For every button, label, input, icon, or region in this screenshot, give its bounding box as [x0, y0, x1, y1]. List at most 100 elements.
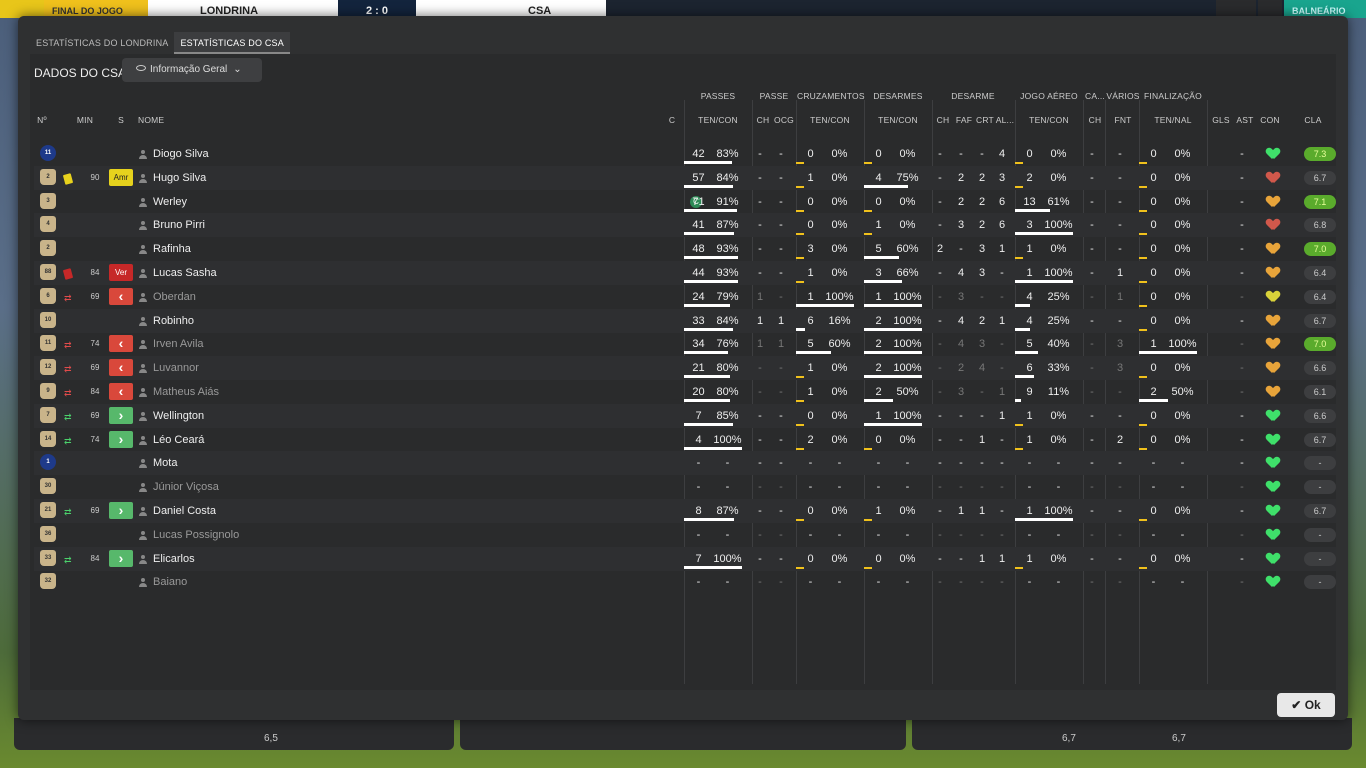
table-row[interactable]: 10 Robinho 33 84% 1 1 6 16% 2 100% -4 2 1 4 25% - -0 0% -6…	[34, 308, 1336, 333]
shirt-number-icon: 11	[40, 335, 56, 352]
player-name[interactable]: Baiano	[153, 570, 453, 594]
ca-ch: -	[1090, 314, 1094, 327]
table-row[interactable]: 9 ⇄ 84 ‹ Matheus Aiás 20 80% - -1 0% 2 50% -3-1 9 11% -…	[34, 380, 1336, 404]
footer-value-3: 6,7	[1172, 733, 1186, 744]
col-jogo-aereo[interactable]: TEN/CON	[1016, 115, 1082, 125]
player-name[interactable]: Mota	[153, 451, 453, 475]
table-row[interactable]: 36 Lucas Possignolo - - - - - - - - - - - - - - - - - - - -	[34, 523, 1336, 547]
player-name[interactable]: Matheus Aiás	[153, 380, 453, 404]
table-row[interactable]: 2 Rafinha 48 93% - -3 0% 5 60% 2-3 1 1 0% - -0 0% -7.0	[34, 237, 1336, 261]
player-name[interactable]: Bruno Pirri	[153, 213, 453, 237]
ca-ch: -	[1090, 505, 1094, 517]
player-name[interactable]: Júnior Viçosa	[153, 475, 453, 499]
al: 4	[998, 148, 1006, 160]
condition-heart-icon	[1267, 481, 1279, 493]
tab-csa-stats[interactable]: ESTATÍSTICAS DO CSA	[174, 32, 290, 54]
tab-londrina-stats[interactable]: ESTATÍSTICAS DO LONDRINA	[30, 32, 174, 54]
view-dropdown[interactable]: Informação Geral ⌄	[122, 58, 262, 82]
table-row[interactable]: 6 ⇄ 69 ‹ Oberdan 24 79% 1-1 100% 1 100% -3- -4 25% -1 0…	[34, 285, 1336, 309]
col-con[interactable]: CON	[1258, 115, 1282, 125]
al: 1	[998, 386, 1006, 398]
table-row[interactable]: 1 Mota - - - - - - - - - - - - - - - - - - - -	[34, 451, 1336, 476]
goals	[1207, 142, 1229, 166]
crt: 3	[978, 243, 986, 256]
passe-ocg: -	[779, 457, 783, 470]
col-gls[interactable]: GLS	[1210, 115, 1232, 125]
table-row[interactable]: 30 Júnior Viçosa - - - - - - - - - - - - - - - - - - - -	[34, 475, 1336, 499]
player-name[interactable]: Oberdan	[153, 285, 453, 309]
player-name[interactable]: Diogo Silva	[153, 142, 453, 166]
shots-pct: 0%	[1174, 552, 1191, 565]
col-passe-ch[interactable]: CH	[753, 115, 773, 125]
table-row[interactable]: 3 Werley C 71 91% - -0 0% 0 0% -2 2 6 13 61% - -0 0% -7.1	[34, 190, 1336, 214]
col-faf[interactable]: FAF	[953, 115, 975, 125]
desarme-ch: -	[938, 267, 942, 279]
table-row[interactable]: 7 ⇄ 69 › Wellington 7 85% - -0 0% 1 100% - - -1 1 0% - -0 0…	[34, 403, 1336, 428]
table-row[interactable]: 2 90 Amr Hugo Silva 57 84% - -1 0% 4 75% -2 2 3 2 0% - -0…	[34, 165, 1336, 190]
fnt: -	[1118, 481, 1122, 494]
table-row[interactable]: 11 ⇄ 74 ‹ Irven Avila 34 76% 1 1 5 60% 2 100% -4 3-5 40…	[34, 332, 1336, 356]
table-row[interactable]: 32 Baiano - - - - - - - - - - - - - - - - - - - -	[34, 570, 1336, 594]
player-name[interactable]: Wellington	[153, 404, 453, 428]
crt: -	[980, 409, 984, 422]
col-ca-ch[interactable]: CH	[1084, 115, 1106, 125]
tackles-bar	[864, 566, 872, 569]
col-desarme-ch[interactable]: CH	[933, 115, 953, 125]
table-row[interactable]: 12 ⇄ 69 ‹ Luvannor 21 80% - -1 0% 2 100% -2 4-6 33% -3 0…	[34, 356, 1336, 381]
al: -	[1000, 505, 1004, 517]
shots-bar	[1139, 209, 1147, 212]
passe-ocg: -	[779, 195, 783, 208]
shots-pct: 0%	[1174, 243, 1191, 256]
crosses-bar	[796, 162, 804, 164]
col-crt[interactable]: CRT	[975, 115, 995, 125]
col-no[interactable]: Nº	[34, 115, 50, 125]
tackles-pct: 0%	[899, 219, 916, 232]
shots-bar	[1139, 162, 1147, 164]
faf: -	[959, 457, 963, 470]
col-ast[interactable]: AST	[1234, 115, 1256, 125]
col-fnt[interactable]: FNT	[1106, 115, 1140, 125]
table-row[interactable]: 14 ⇄ 74 › Léo Ceará 4 100% - -2 0% 0 0% - -1-1 0% -2 0 0%…	[34, 428, 1336, 452]
col-cruzamentos[interactable]: TEN/CON	[797, 115, 863, 125]
goals	[1207, 547, 1229, 571]
desarme-ch: -	[938, 148, 942, 160]
aerial-bar	[1015, 185, 1023, 188]
crosses-pct: -	[837, 457, 842, 470]
table-row[interactable]: 11 Diogo Silva 42 83% - -0 0% 0 0% - - -4 0 0% - -0 0% -7…	[34, 142, 1336, 166]
player-icon	[139, 483, 147, 493]
col-passes[interactable]: TEN/CON	[685, 115, 751, 125]
player-name[interactable]: Daniel Costa	[153, 499, 453, 523]
passe-ocg: -	[779, 433, 783, 446]
player-name[interactable]: Hugo Silva	[153, 166, 453, 190]
player-name[interactable]: Luvannor	[153, 356, 453, 380]
col-finalizacao[interactable]: TEN/NAL	[1140, 115, 1206, 125]
player-name[interactable]: Robinho	[153, 309, 453, 333]
table-row[interactable]: 21 ⇄ 69 › Daniel Costa 8 87% - -0 0% 1 0% -1 1-1 100% -…	[34, 499, 1336, 523]
player-name[interactable]: Irven Avila	[153, 332, 453, 356]
col-c[interactable]: C	[666, 115, 678, 125]
aerial-bar	[1015, 257, 1023, 260]
col-s[interactable]: S	[114, 115, 128, 125]
stats-panel: DADOS DO CSA Informação Geral ⌄ PASSES PA…	[30, 54, 1336, 690]
player-name[interactable]: Léo Ceará	[153, 428, 453, 452]
col-passe-ocg[interactable]: OCG	[773, 115, 795, 125]
player-name[interactable]: Lucas Possignolo	[153, 523, 453, 547]
table-row[interactable]: 4 Bruno Pirri 41 87% - -0 0% 1 0% -3 2 6 3 100% - -0 0% -…	[34, 213, 1336, 238]
table-row[interactable]: 88 84 Ver Lucas Sasha 44 93% - -1 0% 3 66% -4 3-1 100…	[34, 261, 1336, 285]
ok-button[interactable]: ✔ Ok	[1277, 693, 1335, 717]
aerial-pct: 25%	[1047, 290, 1070, 303]
table-row[interactable]: 33 ⇄ 84 › Elicarlos 7 100% - -0 0% 0 0% - -1 1 1 0% - -0 0%…	[34, 546, 1336, 571]
col-nome[interactable]: NOME	[138, 115, 168, 125]
player-name[interactable]: Rafinha	[153, 237, 453, 261]
col-min[interactable]: MIN	[72, 115, 98, 125]
section-title: DADOS DO CSA	[34, 66, 127, 80]
passe-ocg: -	[779, 552, 783, 565]
col-cla[interactable]: CLA	[1298, 115, 1328, 125]
fnt: -	[1118, 148, 1122, 160]
aerial-bar	[1015, 351, 1038, 355]
col-desarmes[interactable]: TEN/CON	[865, 115, 931, 125]
col-al[interactable]: AL...	[995, 115, 1015, 125]
player-name[interactable]: Lucas Sasha	[153, 261, 453, 285]
player-name[interactable]: Werley	[153, 190, 453, 214]
player-name[interactable]: Elicarlos	[153, 547, 453, 571]
